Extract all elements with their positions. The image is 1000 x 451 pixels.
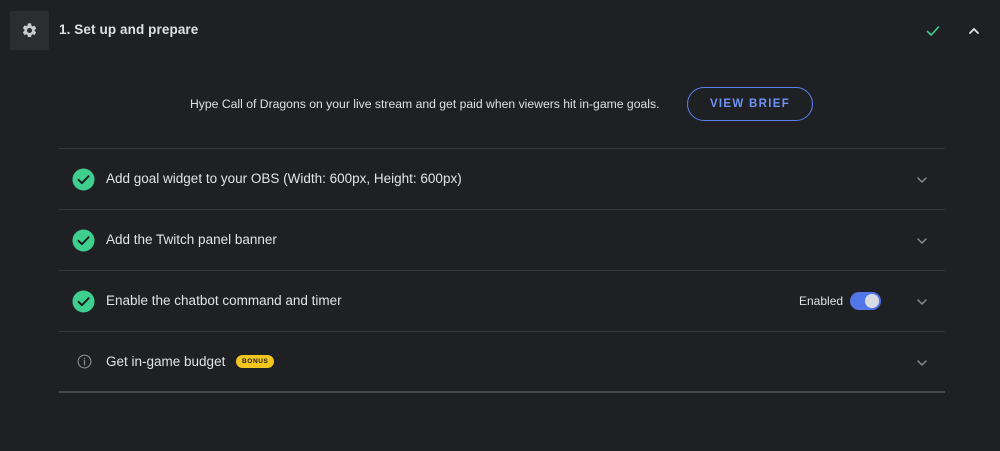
chevron-down-icon[interactable] — [915, 234, 929, 248]
chatbot-toggle[interactable] — [850, 292, 881, 310]
view-brief-button[interactable]: VIEW BRIEF — [687, 87, 813, 121]
chevron-down-icon[interactable] — [915, 295, 929, 309]
chevron-down-icon[interactable] — [915, 173, 929, 187]
step-row-twitch-banner[interactable]: Add the Twitch panel banner — [59, 209, 945, 270]
info-icon — [77, 354, 92, 369]
brief-description: Hype Call of Dragons on your live stream… — [190, 97, 660, 111]
toggle-status-label: Enabled — [799, 294, 844, 308]
steps-list: Add goal widget to your OBS (Width: 600p… — [59, 148, 945, 393]
toggle-knob — [865, 294, 879, 308]
brief-row: Hype Call of Dragons on your live stream… — [0, 86, 1000, 124]
setup-panel: 1. Set up and prepare Hype Call of Drago… — [0, 0, 1000, 451]
section-title: 1. Set up and prepare — [59, 22, 199, 37]
step-label: Enable the chatbot command and timer — [106, 293, 342, 308]
step-row-chatbot[interactable]: Enable the chatbot command and timer Ena… — [59, 270, 945, 331]
settings-button[interactable] — [10, 11, 49, 50]
section-header[interactable]: 1. Set up and prepare — [0, 0, 1000, 62]
check-icon — [926, 26, 940, 36]
chevron-up-icon[interactable] — [966, 23, 982, 39]
step-label: Get in-game budget — [106, 354, 226, 369]
bonus-badge: BONUS — [236, 355, 275, 368]
check-circle-icon — [72, 168, 95, 191]
check-circle-icon — [72, 229, 95, 252]
step-row-in-game-budget[interactable]: Get in-game budget BONUS — [59, 331, 945, 393]
step-label: Add goal widget to your OBS (Width: 600p… — [106, 171, 462, 186]
step-label: Add the Twitch panel banner — [106, 232, 277, 247]
gear-icon — [22, 23, 37, 38]
chevron-down-icon[interactable] — [915, 356, 929, 370]
step-row-obs-widget[interactable]: Add goal widget to your OBS (Width: 600p… — [59, 148, 945, 209]
check-circle-icon — [72, 290, 95, 313]
